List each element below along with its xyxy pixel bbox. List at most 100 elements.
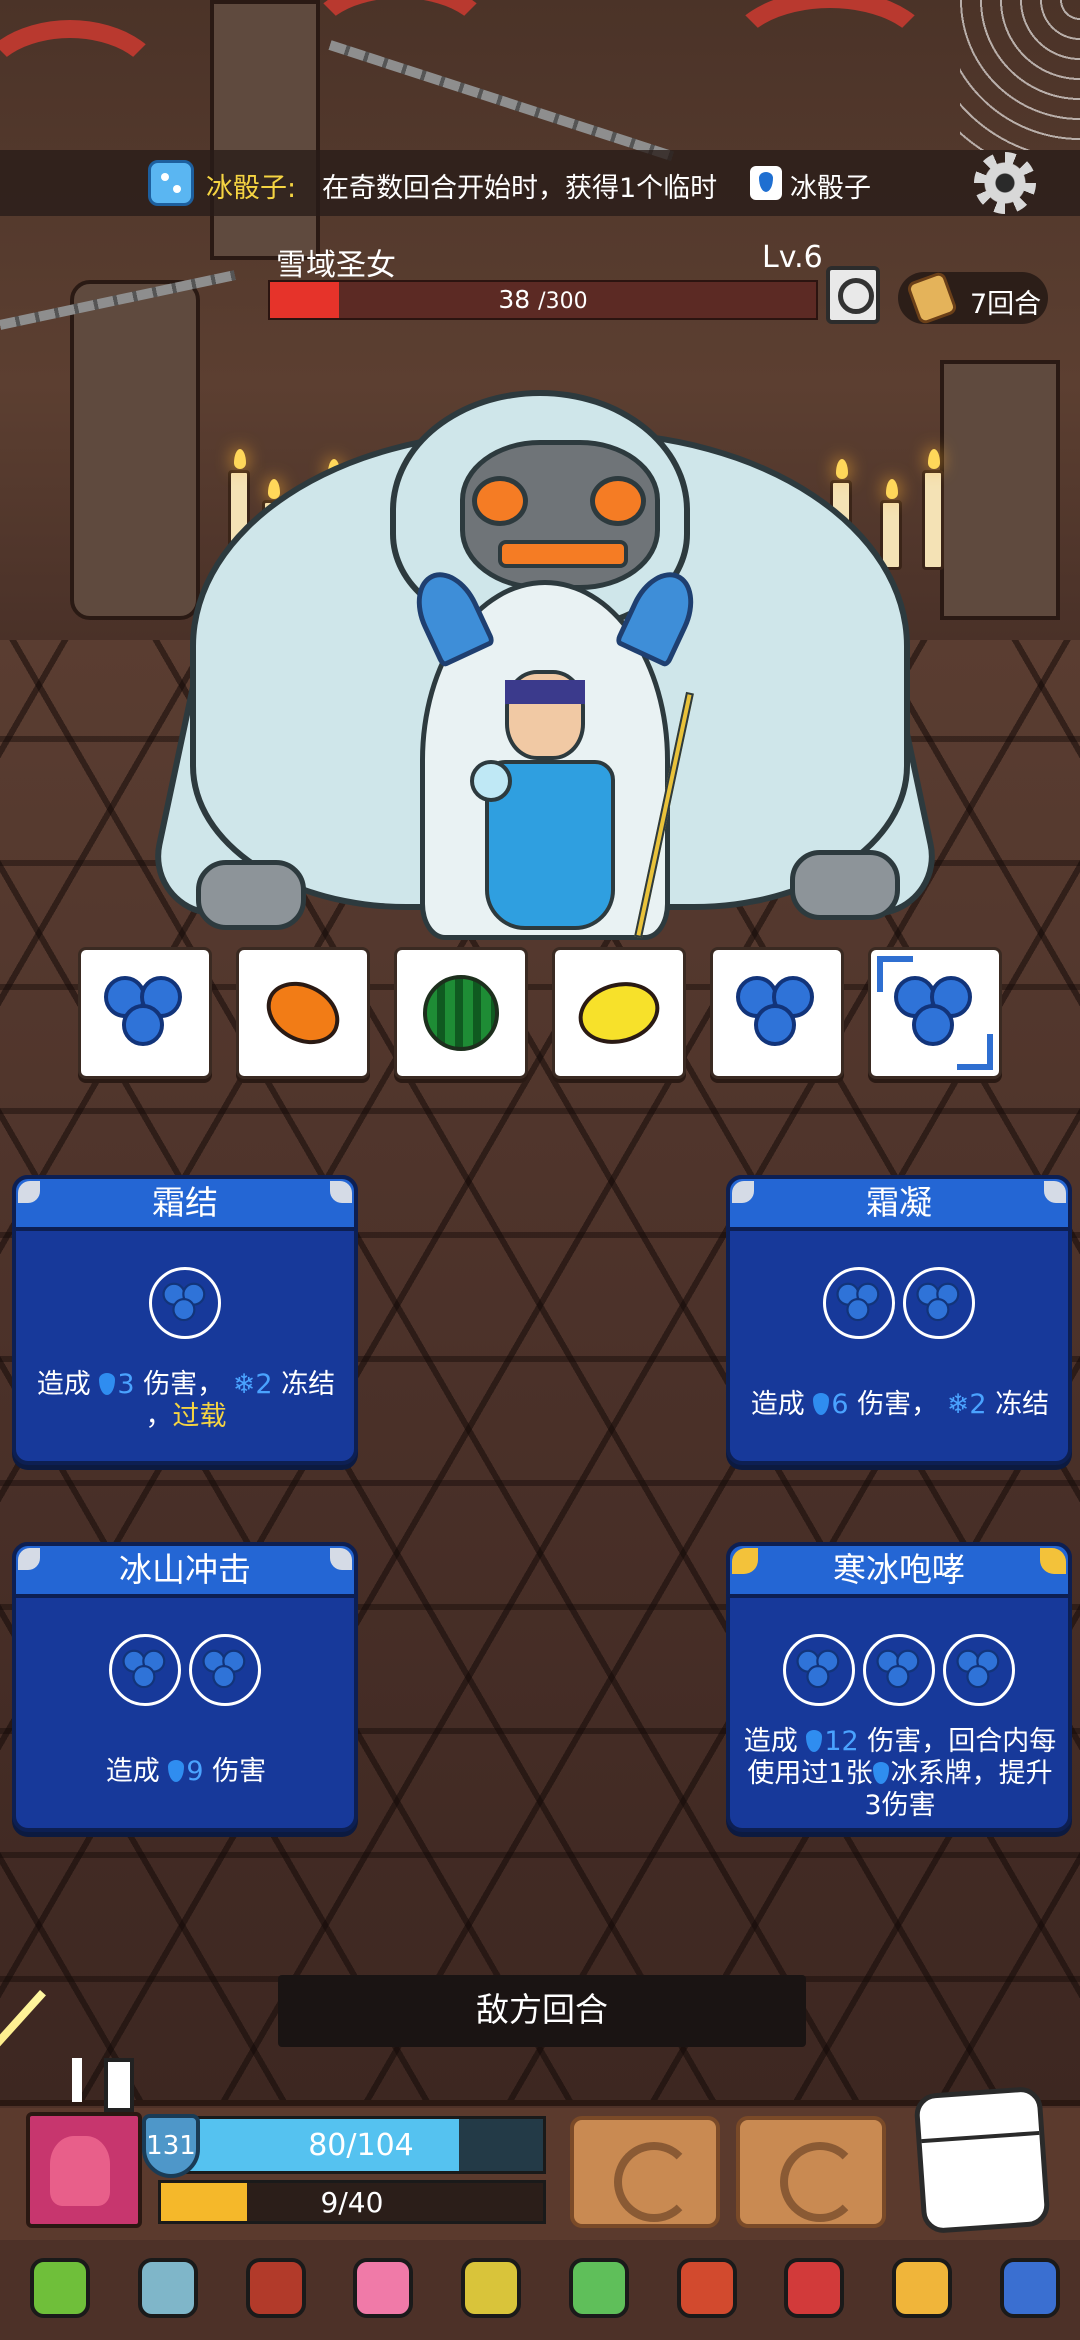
reroll-button[interactable] <box>570 2116 720 2228</box>
energy-text: 9/40 <box>320 2186 384 2219</box>
yeti-hand-right <box>790 850 900 920</box>
stone-statue <box>70 280 200 620</box>
blueberry-icon <box>916 1282 961 1324</box>
dice-slot[interactable] <box>109 1634 181 1706</box>
gauntlet-icon-shape <box>784 2258 845 2318</box>
dice-5[interactable] <box>710 947 844 1079</box>
desc-text: 伤害 <box>212 1756 267 1787</box>
desc-text: 造成 <box>743 1726 798 1757</box>
helmet-icon[interactable] <box>667 2248 747 2328</box>
skill-card-1[interactable]: 霜结 造成 3 伤害， ❄2 冻结 ，过载 <box>12 1175 358 1465</box>
shield-value: 131 <box>146 2131 196 2161</box>
desc-text: 造成 <box>36 1369 91 1400</box>
dice-slot[interactable] <box>783 1634 855 1706</box>
dice-slot[interactable] <box>189 1634 261 1706</box>
relic-bar <box>20 2240 1070 2336</box>
dice-2[interactable] <box>236 947 370 1079</box>
roll-dice-button[interactable] <box>913 2085 1051 2235</box>
axe-icon[interactable] <box>128 2248 208 2328</box>
desc-text: 冻结 <box>995 1389 1050 1420</box>
skill-card-3[interactable]: 冰山冲击 造成 9 伤害 <box>12 1542 358 1832</box>
skill-card-4[interactable]: 寒冰咆哮造成 12 伤害，回合内每使用过1张 冰系牌，提升3伤害 <box>726 1542 1072 1832</box>
enemy-info-button[interactable] <box>826 266 880 324</box>
goggles-icon[interactable] <box>882 2248 962 2328</box>
card-title: 霜结 <box>12 1175 358 1231</box>
dice-6[interactable] <box>868 947 1002 1079</box>
dice-slot[interactable] <box>863 1634 935 1706</box>
blueberry-icon <box>736 976 818 1050</box>
water-drop-icon <box>99 1373 116 1395</box>
player-hp-bar: 80/104 <box>176 2116 546 2174</box>
dice-slot[interactable] <box>149 1267 221 1339</box>
overload-keyword: 过载 <box>172 1401 227 1432</box>
enemy-hp-max: /300 <box>538 289 588 314</box>
dice-4[interactable] <box>552 947 686 1079</box>
dice-slot[interactable] <box>903 1267 975 1339</box>
player-hp-text: 80/104 <box>308 2128 414 2163</box>
desc-text: 冻结 <box>281 1369 336 1400</box>
toggle-icon[interactable] <box>72 2058 134 2112</box>
armor-icon-shape <box>461 2258 522 2318</box>
damage-value: 9 <box>186 1756 204 1787</box>
card-description: 造成 6 伤害， ❄2 冻结 <box>740 1389 1060 1421</box>
candle <box>922 449 944 570</box>
buff-tail: 冰骰子 <box>790 173 871 204</box>
blueberry-icon <box>162 1282 207 1324</box>
player-avatar[interactable] <box>26 2112 142 2228</box>
stone-block <box>940 360 1060 620</box>
desc-text: ， <box>145 1401 173 1432</box>
hood-icon[interactable] <box>236 2248 316 2328</box>
blueberry-icon <box>956 1649 1001 1691</box>
enemy-level: Lv.6 <box>762 240 823 275</box>
armor-icon[interactable] <box>451 2248 531 2328</box>
blueberry-icon <box>876 1649 921 1691</box>
scythe-icon[interactable] <box>990 2248 1070 2328</box>
desc-text: 造成 <box>750 1389 805 1420</box>
dice-slots <box>16 1634 354 1706</box>
blueberry-icon <box>202 1649 247 1691</box>
dice-1[interactable] <box>78 947 212 1079</box>
watermelon-icon <box>423 975 499 1051</box>
water-drop-icon <box>750 166 782 200</box>
desc-text: 伤害， <box>857 1389 939 1420</box>
d20-icon[interactable] <box>343 2248 423 2328</box>
leaf-icon[interactable] <box>20 2248 100 2328</box>
game-scene: 冰骰子: 在奇数回合开始时，获得1个临时 冰骰子 雪域圣女 Lv.6 38 /3… <box>0 0 1080 2340</box>
hood-icon-shape <box>245 2258 306 2318</box>
shield-icon: 131 <box>142 2114 200 2178</box>
round-count: 7回合 <box>970 289 1042 320</box>
snowflake-icon: ❄ <box>232 1369 256 1400</box>
skill-card-2[interactable]: 霜凝造成 6 伤害， ❄2 冻结 <box>726 1175 1072 1465</box>
buff-name: 冰骰子: <box>206 173 297 204</box>
blueberry-icon <box>836 1282 881 1324</box>
gauntlet-icon[interactable] <box>774 2248 854 2328</box>
water-drop-icon <box>872 1762 889 1784</box>
moss-icon[interactable] <box>559 2248 639 2328</box>
energy-bar: 9/40 <box>158 2180 546 2224</box>
damage-value: 12 <box>824 1726 859 1757</box>
dice-3[interactable] <box>394 947 528 1079</box>
leaf-icon-shape <box>30 2258 90 2318</box>
swirl-button[interactable] <box>736 2116 886 2228</box>
blueberry-icon <box>122 1649 167 1691</box>
dice-slot[interactable] <box>943 1634 1015 1706</box>
axe-icon-shape <box>137 2258 198 2318</box>
card-title: 霜凝 <box>726 1175 1072 1231</box>
orange-icon <box>257 972 349 1054</box>
yeti-eye <box>590 476 646 526</box>
dice-slot[interactable] <box>823 1267 895 1339</box>
enemy-turn-indicator: 敌方回合 <box>278 1975 806 2047</box>
card-title: 寒冰咆哮 <box>726 1542 1072 1598</box>
blueberry-icon <box>796 1649 841 1691</box>
water-drop-icon <box>806 1730 823 1752</box>
scythe-icon-shape <box>999 2258 1060 2318</box>
moss-icon-shape <box>568 2258 629 2318</box>
enemy-name: 雪域圣女 <box>276 248 396 283</box>
gear-icon[interactable] <box>974 152 1036 214</box>
desc-text: 造成 <box>105 1756 160 1787</box>
ice-dice-icon <box>148 160 194 206</box>
card-description: 造成 12 伤害，回合内每使用过1张 冰系牌，提升3伤害 <box>740 1726 1060 1822</box>
card-description: 造成 9 伤害 <box>26 1756 346 1788</box>
yeti-mouth <box>498 540 628 568</box>
yeti-eye <box>472 476 528 526</box>
